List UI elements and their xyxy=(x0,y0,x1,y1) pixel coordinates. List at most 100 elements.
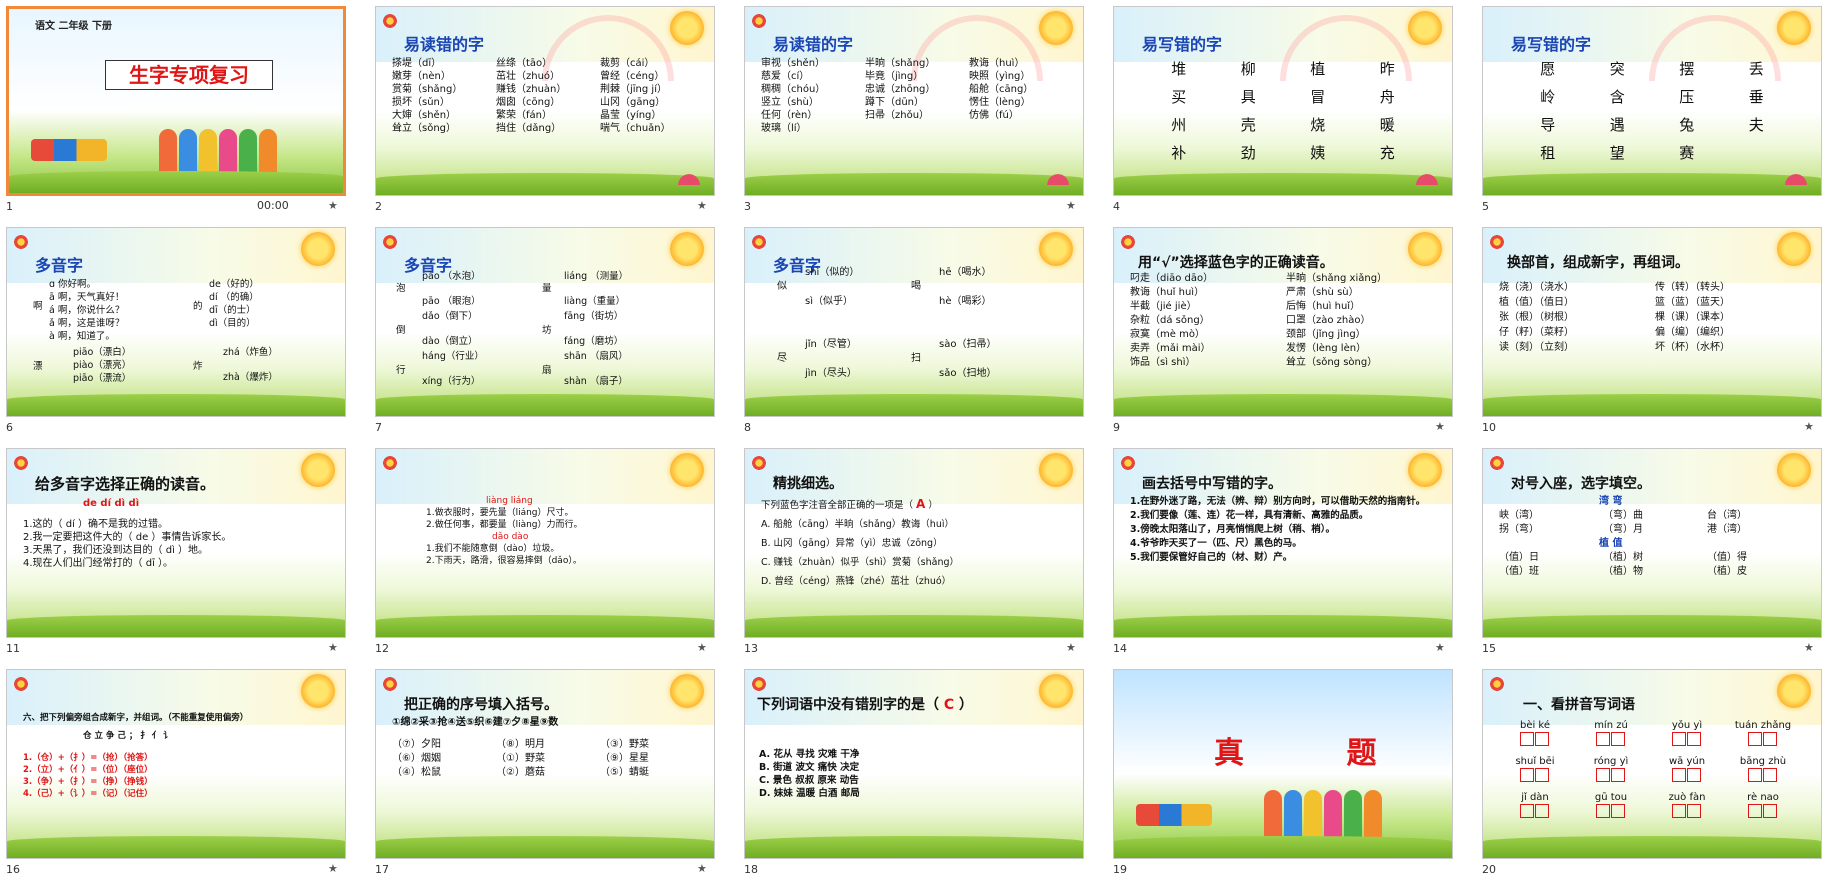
slide-number: 3 xyxy=(744,200,751,213)
slide-18[interactable]: 下列词语中没有错别字的是（ C ） A. 花从 寻找 灾难 干净 B. 街道 波文… xyxy=(744,669,1084,859)
slide-20[interactable]: 一、看拼音写词语 bèi ké mín zú yǒu yì tuán zhǎng sh… xyxy=(1482,669,1822,859)
animation-star-icon: ★ xyxy=(1435,420,1445,433)
sun-icon xyxy=(670,232,704,266)
slide-11[interactable]: 给多音字选择正确的读音。 de dí dì dì 1.这的（ dí ）确不是我的… xyxy=(6,448,346,638)
slide-1[interactable]: 语文 二年级 下册 生字专项复习 xyxy=(6,6,346,196)
slide-title: 对号入座，选字填空。 xyxy=(1511,476,1651,492)
slide-17[interactable]: 把正确的序号填入括号。 ①绵②采③抢④送⑤织⑥建⑦夕⑧星⑨数 （⑦）夕阳 （⑧）明… xyxy=(375,669,715,859)
slide-title: 把正确的序号填入括号。 xyxy=(404,697,558,713)
slide-thumb-19[interactable]: 真 题 19 xyxy=(1107,663,1453,877)
animation-star-icon: ★ xyxy=(697,199,707,212)
slide-6[interactable]: 多音字 啊 ɑ 你好啊。 ā 啊，天气真好！ á 啊，你说什么？ ǎ 啊，这是谁呀？ à… xyxy=(6,227,346,417)
slide-number: 13 xyxy=(744,642,758,655)
sun-icon xyxy=(301,674,335,708)
char-grid: 堆柳植昨 买具冒舟 州壳烧暖 补劲姨充 xyxy=(1171,60,1395,162)
sun-icon xyxy=(670,674,704,708)
slide-thumb-5[interactable]: 易写错的字 愿突摆丢 岭含压垂 导遇兔夫 租望赛 5 xyxy=(1476,0,1822,214)
slide-title: 换部首，组成新字，再组词。 xyxy=(1507,255,1689,271)
slide-4[interactable]: 易写错的字 堆柳植昨 买具冒舟 州壳烧暖 补劲姨充 xyxy=(1113,6,1453,196)
slide-thumb-9[interactable]: 用“√”选择蓝色字的正确读音。 叼走（diāo dāo） 半晌（shǎng xiǎ… xyxy=(1107,221,1453,435)
slide-thumb-10[interactable]: 换部首，组成新字，再组词。 烧（浇）（浇水） 传（转）（转头） 植（值）（值日）篮… xyxy=(1476,221,1822,435)
sun-icon xyxy=(1039,674,1073,708)
slide-number: 17 xyxy=(375,863,389,876)
slide-title: 易读错的字 xyxy=(773,35,854,54)
slide-thumb-20[interactable]: 一、看拼音写词语 bèi ké mín zú yǒu yì tuán zhǎng sh… xyxy=(1476,663,1822,877)
sun-icon xyxy=(1039,453,1073,487)
exercise-text: de dí dì dì 1.这的（ dí ）确不是我的过错。 2.我一定要把这件大… xyxy=(23,498,232,569)
flower-icon xyxy=(751,13,767,29)
slide-number: 20 xyxy=(1482,863,1496,876)
exercise-text: A. 花从 寻找 灾难 干净 B. 街道 波文 痛快 决定 C. 景色 叔叔 原来 … xyxy=(759,749,860,799)
slide-number: 1 xyxy=(6,200,13,213)
slide-3[interactable]: 易读错的字 审视（shěn） 半晌（shǎng） 教诲（huì） 慈爱（cí） 毕竟（… xyxy=(744,6,1084,196)
slide-number: 7 xyxy=(375,421,382,434)
slide-thumb-12[interactable]: liàng liáng 1.做衣服时，要先量（liáng）尺寸。 2.做任何事，都… xyxy=(369,442,715,656)
exercise-text: 下列蓝色字注音全部正确的一项是（ A ） A. 船舱（cāng）半晌（shǎng… xyxy=(761,497,959,587)
slide-thumb-6[interactable]: 多音字 啊 ɑ 你好啊。 ā 啊，天气真好！ á 啊，你说什么？ ǎ 啊，这是谁呀？ à… xyxy=(0,221,346,435)
pinyin-exercise: bèi ké mín zú yǒu yì tuán zhǎng shuǐ bēi rón… xyxy=(1497,720,1811,822)
animation-star-icon: ★ xyxy=(328,641,338,654)
slide-thumb-7[interactable]: 多音字 泡 pào （水泡） pāo （眼泡） 量 liáng （测量） liàng… xyxy=(369,221,715,435)
slide-9[interactable]: 用“√”选择蓝色字的正确读音。 叼走（diāo dāo） 半晌（shǎng xiǎ… xyxy=(1113,227,1453,417)
exercise-text: 六、把下列偏旁组合成新字，并组词。（不能重复使用偏旁） 仓 立 争 己 ； 扌 … xyxy=(23,713,249,799)
sun-icon xyxy=(1408,11,1442,45)
sun-icon xyxy=(1408,232,1442,266)
slide-sorter-grid: 语文 二年级 下册 生字专项复习 1 00:00 ★ 易读错的字 搽堤（dī）丝… xyxy=(0,0,1827,887)
sun-icon xyxy=(1777,11,1811,45)
slide-thumb-18[interactable]: 下列词语中没有错别字的是（ C ） A. 花从 寻找 灾难 干净 B. 街道 波文… xyxy=(738,663,1084,877)
slide-7[interactable]: 多音字 泡 pào （水泡） pāo （眼泡） 量 liáng （测量） liàng… xyxy=(375,227,715,417)
sun-icon xyxy=(301,453,335,487)
slide-number: 14 xyxy=(1113,642,1127,655)
slide-thumb-8[interactable]: 多音字 似 shì（似的） sì（似乎） 喝 hē（喝水） hè（喝彩） 尽 jǐn… xyxy=(738,221,1084,435)
slide-number: 11 xyxy=(6,642,20,655)
animation-star-icon: ★ xyxy=(1066,199,1076,212)
slide-13[interactable]: 精挑细选。 下列蓝色字注音全部正确的一项是（ A ） A. 船舱（cāng）半晌… xyxy=(744,448,1084,638)
slide-number: 18 xyxy=(744,863,758,876)
slide-title: 一、看拼音写词语 xyxy=(1523,697,1635,713)
slide-number: 6 xyxy=(6,421,13,434)
slide-number: 8 xyxy=(744,421,751,434)
sun-icon xyxy=(1039,11,1073,45)
slide-14[interactable]: 画去括号中写错的字。 1.在野外迷了路，无法（辨、辩）别方向时，可以借助天然的指… xyxy=(1113,448,1453,638)
train-illustration xyxy=(1136,804,1212,826)
slide-8[interactable]: 多音字 似 shì（似的） sì（似乎） 喝 hē（喝水） hè（喝彩） 尽 jǐn… xyxy=(744,227,1084,417)
slide-number: 2 xyxy=(375,200,382,213)
flower-icon xyxy=(382,13,398,29)
animation-star-icon: ★ xyxy=(328,199,338,212)
slide-5[interactable]: 易写错的字 愿突摆丢 岭含压垂 导遇兔夫 租望赛 xyxy=(1482,6,1822,196)
slide-19[interactable]: 真 题 xyxy=(1113,669,1453,859)
slide-title: 下列词语中没有错别字的是（ C ） xyxy=(757,697,974,713)
slide-thumb-11[interactable]: 给多音字选择正确的读音。 de dí dì dì 1.这的（ dí ）确不是我的… xyxy=(0,442,346,656)
slide-title: 易写错的字 xyxy=(1142,35,1223,54)
exercise-text: 1.在野外迷了路，无法（辨、辩）别方向时，可以借助天然的指南针。 2.我们要像（莲… xyxy=(1130,496,1426,563)
slide-thumb-15[interactable]: 对号入座，选字填空。 湾 弯 峡（湾） （弯）曲 台（湾） 拐（弯） （弯）月 港（湾）… xyxy=(1476,442,1822,656)
slide-10[interactable]: 换部首，组成新字，再组词。 烧（浇）（浇水） 传（转）（转头） 植（值）（值日）篮… xyxy=(1482,227,1822,417)
sun-icon xyxy=(1777,232,1811,266)
animation-star-icon: ★ xyxy=(1804,420,1814,433)
slide-thumb-13[interactable]: 精挑细选。 下列蓝色字注音全部正确的一项是（ A ） A. 船舱（cāng）半晌… xyxy=(738,442,1084,656)
animation-star-icon: ★ xyxy=(1804,641,1814,654)
radical-list: 烧（浇）（浇水） 传（转）（转头） 植（值）（值日） 篮（蓝）（蓝天） 张（根）（树… xyxy=(1499,282,1730,353)
slide-title: 给多音字选择正确的读音。 xyxy=(35,475,216,493)
slide-title: 易写错的字 xyxy=(1511,35,1592,54)
slide-thumb-16[interactable]: 六、把下列偏旁组合成新字，并组词。（不能重复使用偏旁） 仓 立 争 己 ； 扌 … xyxy=(0,663,346,877)
slide-12[interactable]: liàng liáng 1.做衣服时，要先量（liáng）尺寸。 2.做任何事，都… xyxy=(375,448,715,638)
slide-timing: 00:00 xyxy=(257,199,289,212)
kids-illustration xyxy=(159,119,289,179)
slide-number: 15 xyxy=(1482,642,1496,655)
slide-number: 9 xyxy=(1113,421,1120,434)
slide-thumb-1[interactable]: 语文 二年级 下册 生字专项复习 1 00:00 ★ xyxy=(0,0,346,214)
slide-15[interactable]: 对号入座，选字填空。 湾 弯 峡（湾） （弯）曲 台（湾） 拐（弯） （弯）月 港（湾）… xyxy=(1482,448,1822,638)
cover-title: 生字专项复习 xyxy=(105,60,273,90)
slide-thumb-14[interactable]: 画去括号中写错的字。 1.在野外迷了路，无法（辨、辩）别方向时，可以借助天然的指… xyxy=(1107,442,1453,656)
animation-star-icon: ★ xyxy=(1066,641,1076,654)
slide-2[interactable]: 易读错的字 搽堤（dī） 丝绦（tāo） 裁剪（cái） 嫩芽（nèn） 茁壮（zhu… xyxy=(375,6,715,196)
slide-thumb-4[interactable]: 易写错的字 堆柳植昨 买具冒舟 州壳烧暖 补劲姨充 4 xyxy=(1107,0,1453,214)
slide-title: 精挑细选。 xyxy=(773,476,843,492)
slide-number: 19 xyxy=(1113,863,1127,876)
slide-thumb-17[interactable]: 把正确的序号填入括号。 ①绵②采③抢④送⑤织⑥建⑦夕⑧星⑨数 （⑦）夕阳 （⑧）明… xyxy=(369,663,715,877)
sun-icon xyxy=(301,232,335,266)
slide-16[interactable]: 六、把下列偏旁组合成新字，并组词。（不能重复使用偏旁） 仓 立 争 己 ； 扌 … xyxy=(6,669,346,859)
slide-thumb-3[interactable]: 易读错的字 审视（shěn） 半晌（shǎng） 教诲（huì） 慈爱（cí） 毕竟（… xyxy=(738,0,1084,214)
slide-thumb-2[interactable]: 易读错的字 搽堤（dī） 丝绦（tāo） 裁剪（cái） 嫩芽（nèn） 茁壮（zhu… xyxy=(369,0,715,214)
